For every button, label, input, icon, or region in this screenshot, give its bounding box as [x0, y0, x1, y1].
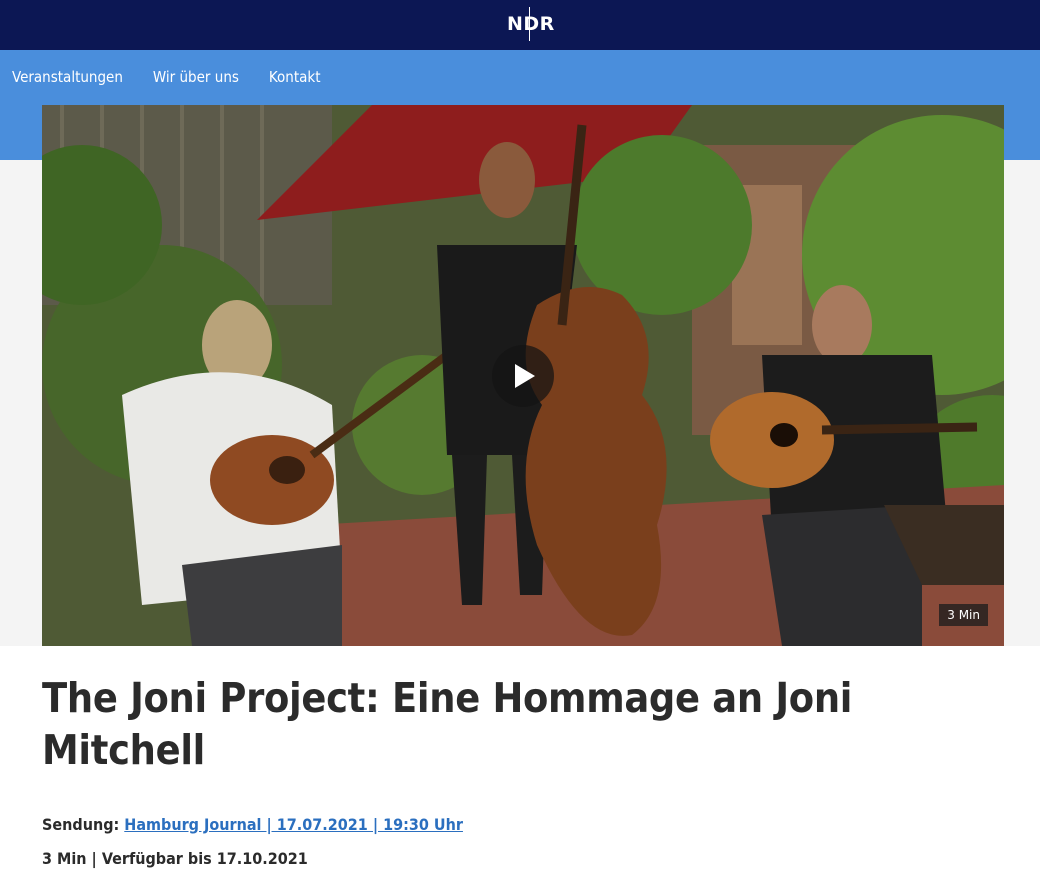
video-meta: 3 Min | Verfügbar bis 17.10.2021 [42, 849, 308, 868]
broadcast-info: Sendung: Hamburg Journal | 17.07.2021 | … [42, 815, 463, 834]
nav-item-wir-ueber-uns[interactable]: Wir über uns [153, 68, 239, 86]
broadcast-link[interactable]: Hamburg Journal | 17.07.2021 | 19:30 Uhr [124, 815, 463, 834]
page-title: The Joni Project: Eine Hommage an Joni M… [42, 674, 853, 774]
meta-duration: 3 Min [42, 849, 87, 868]
play-icon [515, 364, 535, 388]
play-button[interactable] [492, 345, 554, 407]
meta-availability: Verfügbar bis 17.10.2021 [101, 849, 308, 868]
broadcast-label: Sendung: [42, 815, 120, 834]
nav-item-veranstaltungen[interactable]: Veranstaltungen [12, 68, 123, 86]
ndr-logo[interactable]: NDR [507, 7, 555, 41]
top-bar: NDR [0, 0, 1040, 50]
video-player[interactable]: 3 Min [42, 105, 1004, 646]
logo-divider [529, 7, 530, 41]
nav-item-kontakt[interactable]: Kontakt [269, 68, 321, 86]
duration-badge: 3 Min [939, 604, 988, 626]
meta-separator: | [91, 849, 97, 868]
main-navigation: Veranstaltungen Wir über uns Kontakt [12, 68, 320, 86]
logo-text: NDR [507, 13, 555, 35]
